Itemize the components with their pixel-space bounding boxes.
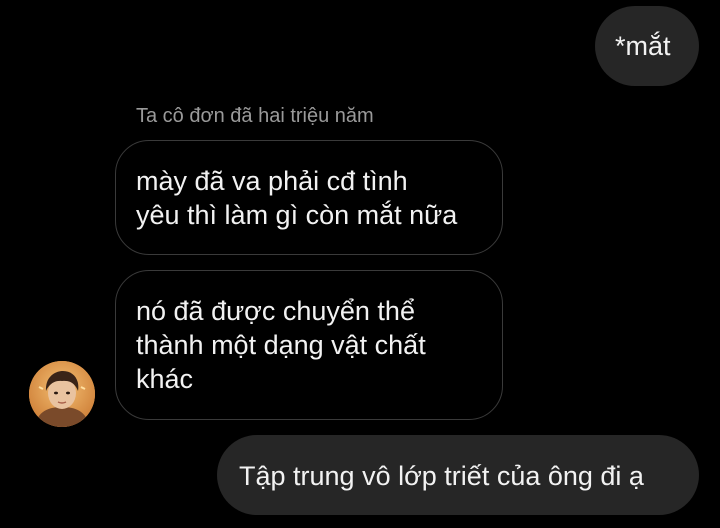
outgoing-message-bubble[interactable]: *mắt: [595, 6, 699, 86]
avatar-photo: [29, 361, 95, 427]
outgoing-message-bubble[interactable]: Tập trung vô lớp triết của ông đi ạ: [217, 435, 699, 515]
incoming-message-bubble[interactable]: nó đã được chuyển thể thành một dạng vật…: [115, 270, 503, 420]
avatar[interactable]: [29, 361, 95, 427]
incoming-message-bubble[interactable]: mày đã va phải cđ tình yêu thì làm gì cò…: [115, 140, 503, 255]
sender-name: Ta cô đơn đã hai triệu năm: [136, 105, 374, 127]
